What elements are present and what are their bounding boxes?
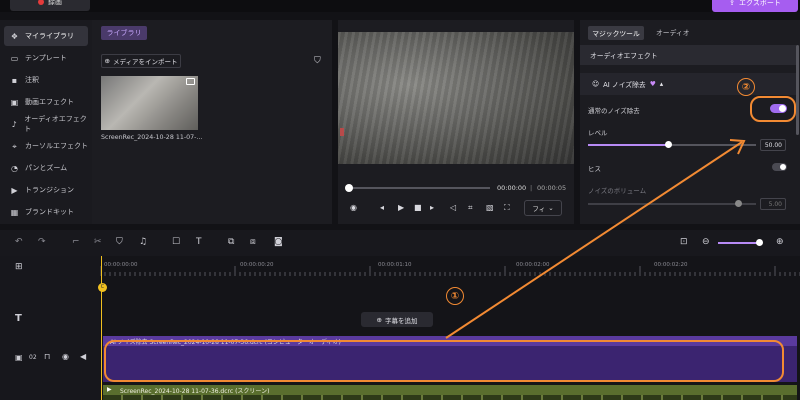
callout-arrow — [445, 139, 746, 339]
